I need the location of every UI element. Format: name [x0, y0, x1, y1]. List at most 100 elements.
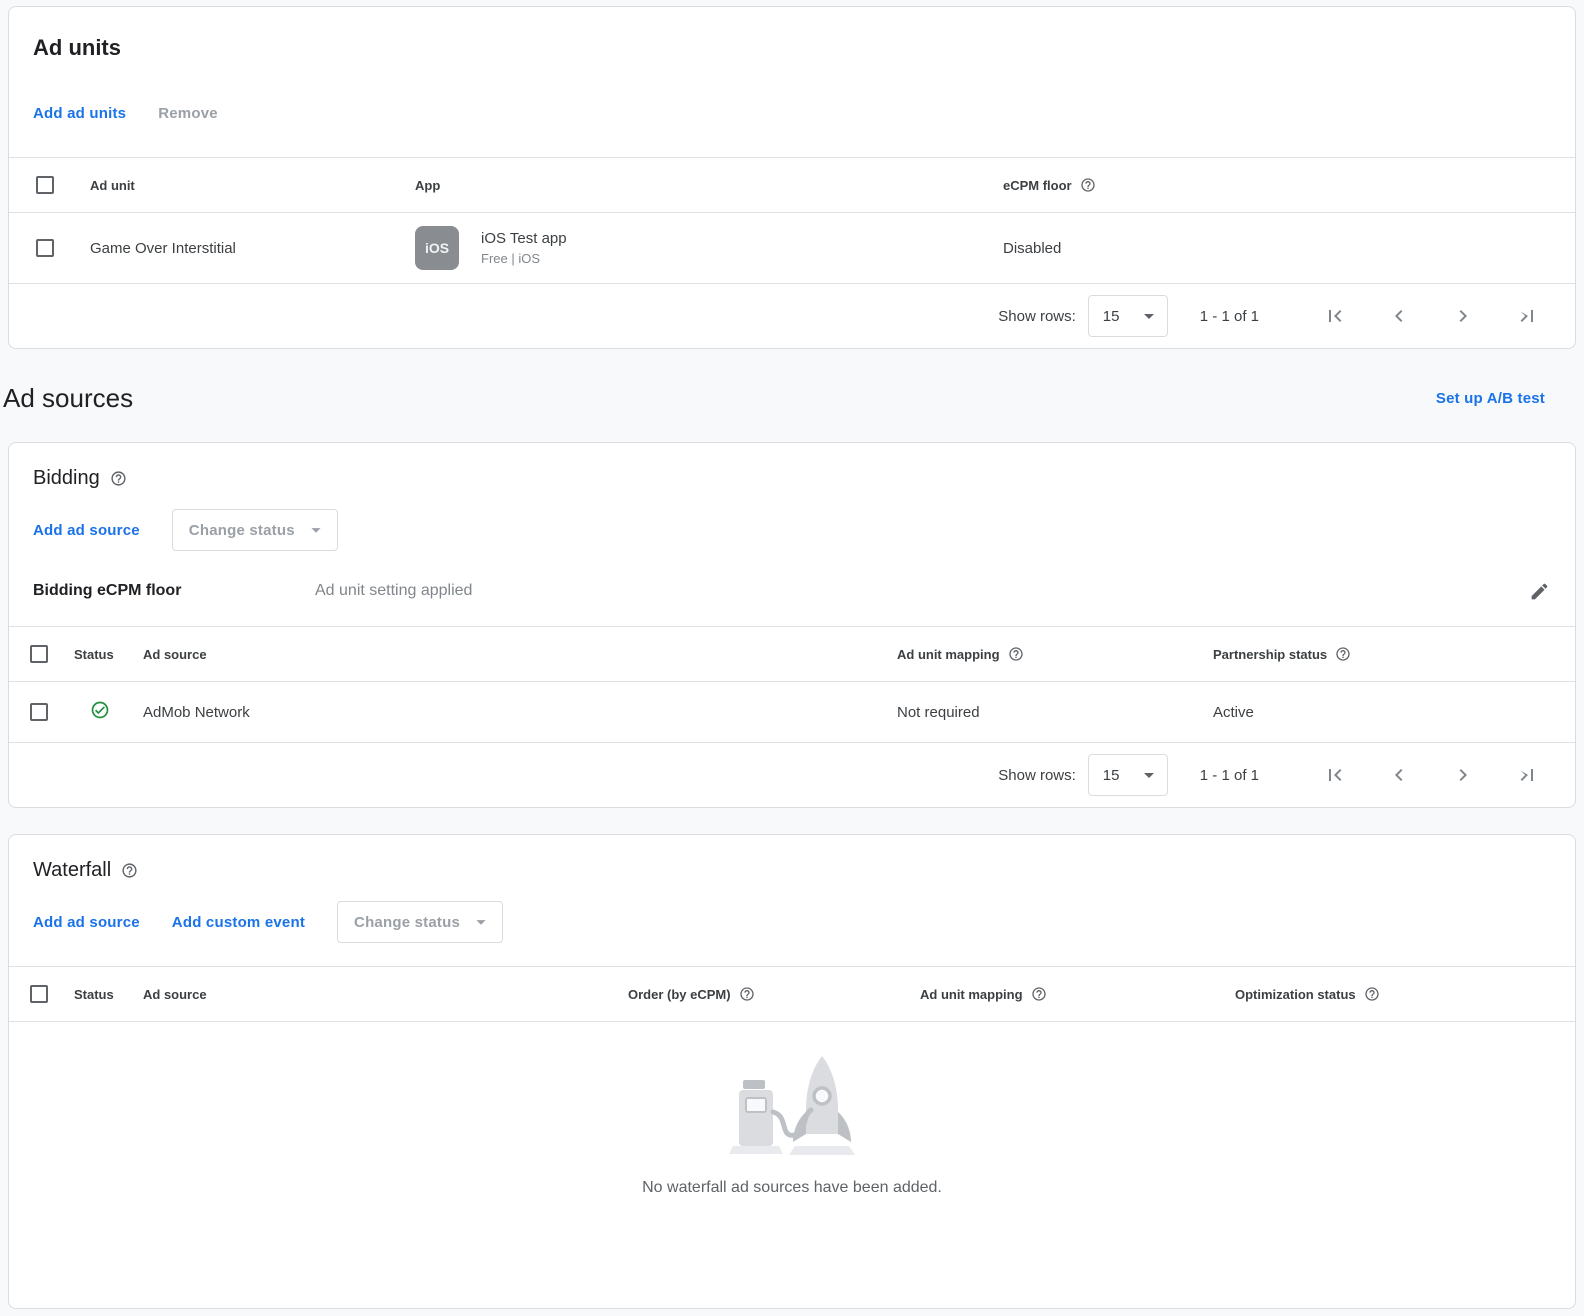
app-cell: iOS iOS Test app Free | iOS [415, 226, 987, 270]
waterfall-ad-unit-mapping-column-header: Ad unit mapping [920, 987, 1023, 1002]
bidding-card-header: Bidding [9, 443, 1575, 490]
waterfall-header-row: Status Ad source Order (by eCPM) Ad unit… [9, 967, 1575, 1022]
chevron-left-icon [1387, 763, 1411, 787]
app-name: iOS Test app [481, 230, 567, 247]
partnership-status-column-header: Partnership status [1213, 647, 1327, 662]
rows-per-page-value: 15 [1103, 767, 1120, 784]
previous-page-button[interactable] [1387, 763, 1411, 787]
bidding-status-column-header: Status [66, 627, 135, 682]
waterfall-ad-unit-mapping-help-icon[interactable] [1031, 986, 1047, 1002]
ad-units-table: Ad unit App eCPM floor Game Over Interst… [9, 157, 1575, 284]
optimization-status-help-icon[interactable] [1364, 986, 1380, 1002]
edit-icon [1529, 581, 1550, 602]
next-page-button[interactable] [1451, 304, 1475, 328]
bidding-card: Bidding Add ad source Change status Bidd… [8, 442, 1576, 808]
waterfall-ad-source-column-header: Ad source [135, 967, 620, 1022]
bidding-change-status-button[interactable]: Change status [172, 509, 338, 551]
chevron-down-icon [1137, 763, 1161, 787]
order-column-header: Order (by eCPM) [628, 987, 731, 1002]
bidding-title: Bidding [33, 467, 1551, 490]
bidding-add-ad-source-button[interactable]: Add ad source [33, 522, 140, 539]
bidding-table: Status Ad source Ad unit mapping Partner… [9, 626, 1575, 743]
ad-unit-row-checkbox[interactable] [36, 239, 54, 257]
previous-page-button[interactable] [1387, 304, 1411, 328]
waterfall-card: Waterfall Add ad source Add custom event… [8, 834, 1576, 1309]
last-page-button[interactable] [1515, 304, 1539, 328]
bidding-change-status-label: Change status [189, 522, 295, 539]
ad-unit-name: Game Over Interstitial [82, 213, 407, 284]
waterfall-add-custom-event-button[interactable]: Add custom event [172, 914, 305, 931]
waterfall-empty-state: No waterfall ad sources have been added. [9, 1022, 1575, 1308]
select-all-bidding-checkbox[interactable] [30, 645, 48, 663]
chevron-right-icon [1451, 304, 1475, 328]
chevron-right-icon [1451, 763, 1475, 787]
bidding-source-row[interactable]: AdMob Network Not required Active [9, 682, 1575, 743]
last-page-icon [1515, 304, 1539, 328]
page-range-label: 1 - 1 of 1 [1200, 308, 1259, 325]
rows-per-page-select[interactable]: 15 [1088, 295, 1168, 337]
chevron-down-icon [1137, 304, 1161, 328]
page-range-label: 1 - 1 of 1 [1200, 767, 1259, 784]
show-rows-label: Show rows: [998, 767, 1076, 784]
last-page-icon [1515, 763, 1539, 787]
app-meta: Free | iOS [481, 251, 567, 266]
ecpm-floor-help-icon[interactable] [1080, 177, 1096, 193]
empty-state-illustration [717, 1050, 867, 1165]
ad-units-actions: Add ad units Remove [9, 91, 1575, 135]
ad-unit-mapping-column-header: Ad unit mapping [897, 647, 1000, 662]
setup-ab-test-link[interactable]: Set up A/B test [1436, 390, 1545, 407]
waterfall-change-status-button[interactable]: Change status [337, 901, 503, 943]
first-page-button[interactable] [1323, 763, 1347, 787]
waterfall-change-status-label: Change status [354, 914, 460, 931]
bidding-ecpm-floor-value: Ad unit setting applied [315, 582, 472, 600]
remove-ad-units-button[interactable]: Remove [158, 105, 218, 122]
waterfall-actions: Add ad source Add custom event Change st… [9, 900, 1575, 944]
ad-units-title: Ad units [33, 35, 1551, 61]
optimization-status-column-header: Optimization status [1235, 987, 1356, 1002]
select-all-ad-units-checkbox[interactable] [36, 176, 54, 194]
order-help-icon[interactable] [739, 986, 755, 1002]
ad-unit-column-header: Ad unit [82, 158, 407, 213]
ios-app-icon: iOS [415, 226, 459, 270]
first-page-icon [1323, 304, 1347, 328]
bidding-pagination: Show rows: 15 1 - 1 of 1 [9, 743, 1575, 807]
bidding-ad-source-name: AdMob Network [135, 682, 889, 743]
bidding-help-icon[interactable] [110, 470, 127, 487]
ad-unit-row[interactable]: Game Over Interstitial iOS iOS Test app … [9, 213, 1575, 284]
waterfall-title: Waterfall [33, 859, 1551, 882]
first-page-icon [1323, 763, 1347, 787]
first-page-button[interactable] [1323, 304, 1347, 328]
waterfall-table: Status Ad source Order (by eCPM) Ad unit… [9, 966, 1575, 1022]
ad-unit-mapping-help-icon[interactable] [1008, 646, 1024, 662]
waterfall-empty-message: No waterfall ad sources have been added. [642, 1179, 942, 1197]
show-rows-label: Show rows: [998, 308, 1076, 325]
ad-units-header-row: Ad unit App eCPM floor [9, 158, 1575, 213]
next-page-button[interactable] [1451, 763, 1475, 787]
bidding-header-row: Status Ad source Ad unit mapping Partner… [9, 627, 1575, 682]
ad-sources-title: Ad sources [3, 383, 133, 414]
bidding-ecpm-floor-label: Bidding eCPM floor [33, 582, 315, 600]
partnership-status-help-icon[interactable] [1335, 646, 1351, 662]
waterfall-add-ad-source-button[interactable]: Add ad source [33, 914, 140, 931]
rows-per-page-value: 15 [1103, 308, 1120, 325]
bidding-partnership-status-value: Active [1205, 682, 1575, 743]
waterfall-title-text: Waterfall [33, 859, 111, 882]
rows-per-page-select[interactable]: 15 [1088, 754, 1168, 796]
edit-ecpm-floor-button[interactable] [1527, 579, 1551, 603]
waterfall-status-column-header: Status [66, 967, 135, 1022]
last-page-button[interactable] [1515, 763, 1539, 787]
chevron-left-icon [1387, 304, 1411, 328]
admob-mediation-page: Ad units Add ad units Remove Ad unit App… [0, 6, 1584, 1309]
waterfall-help-icon[interactable] [121, 862, 138, 879]
chevron-down-icon [305, 519, 327, 541]
app-column-header: App [407, 158, 995, 213]
ad-units-card-header: Ad units [9, 7, 1575, 61]
app-info: iOS Test app Free | iOS [481, 230, 567, 266]
ad-units-card: Ad units Add ad units Remove Ad unit App… [8, 6, 1576, 349]
bidding-title-text: Bidding [33, 467, 100, 490]
bidding-row-checkbox[interactable] [30, 703, 48, 721]
select-all-waterfall-checkbox[interactable] [30, 985, 48, 1003]
add-ad-units-button[interactable]: Add ad units [33, 105, 126, 122]
ad-sources-section-header: Ad sources Set up A/B test [0, 349, 1584, 442]
bidding-actions: Add ad source Change status [9, 508, 1575, 552]
